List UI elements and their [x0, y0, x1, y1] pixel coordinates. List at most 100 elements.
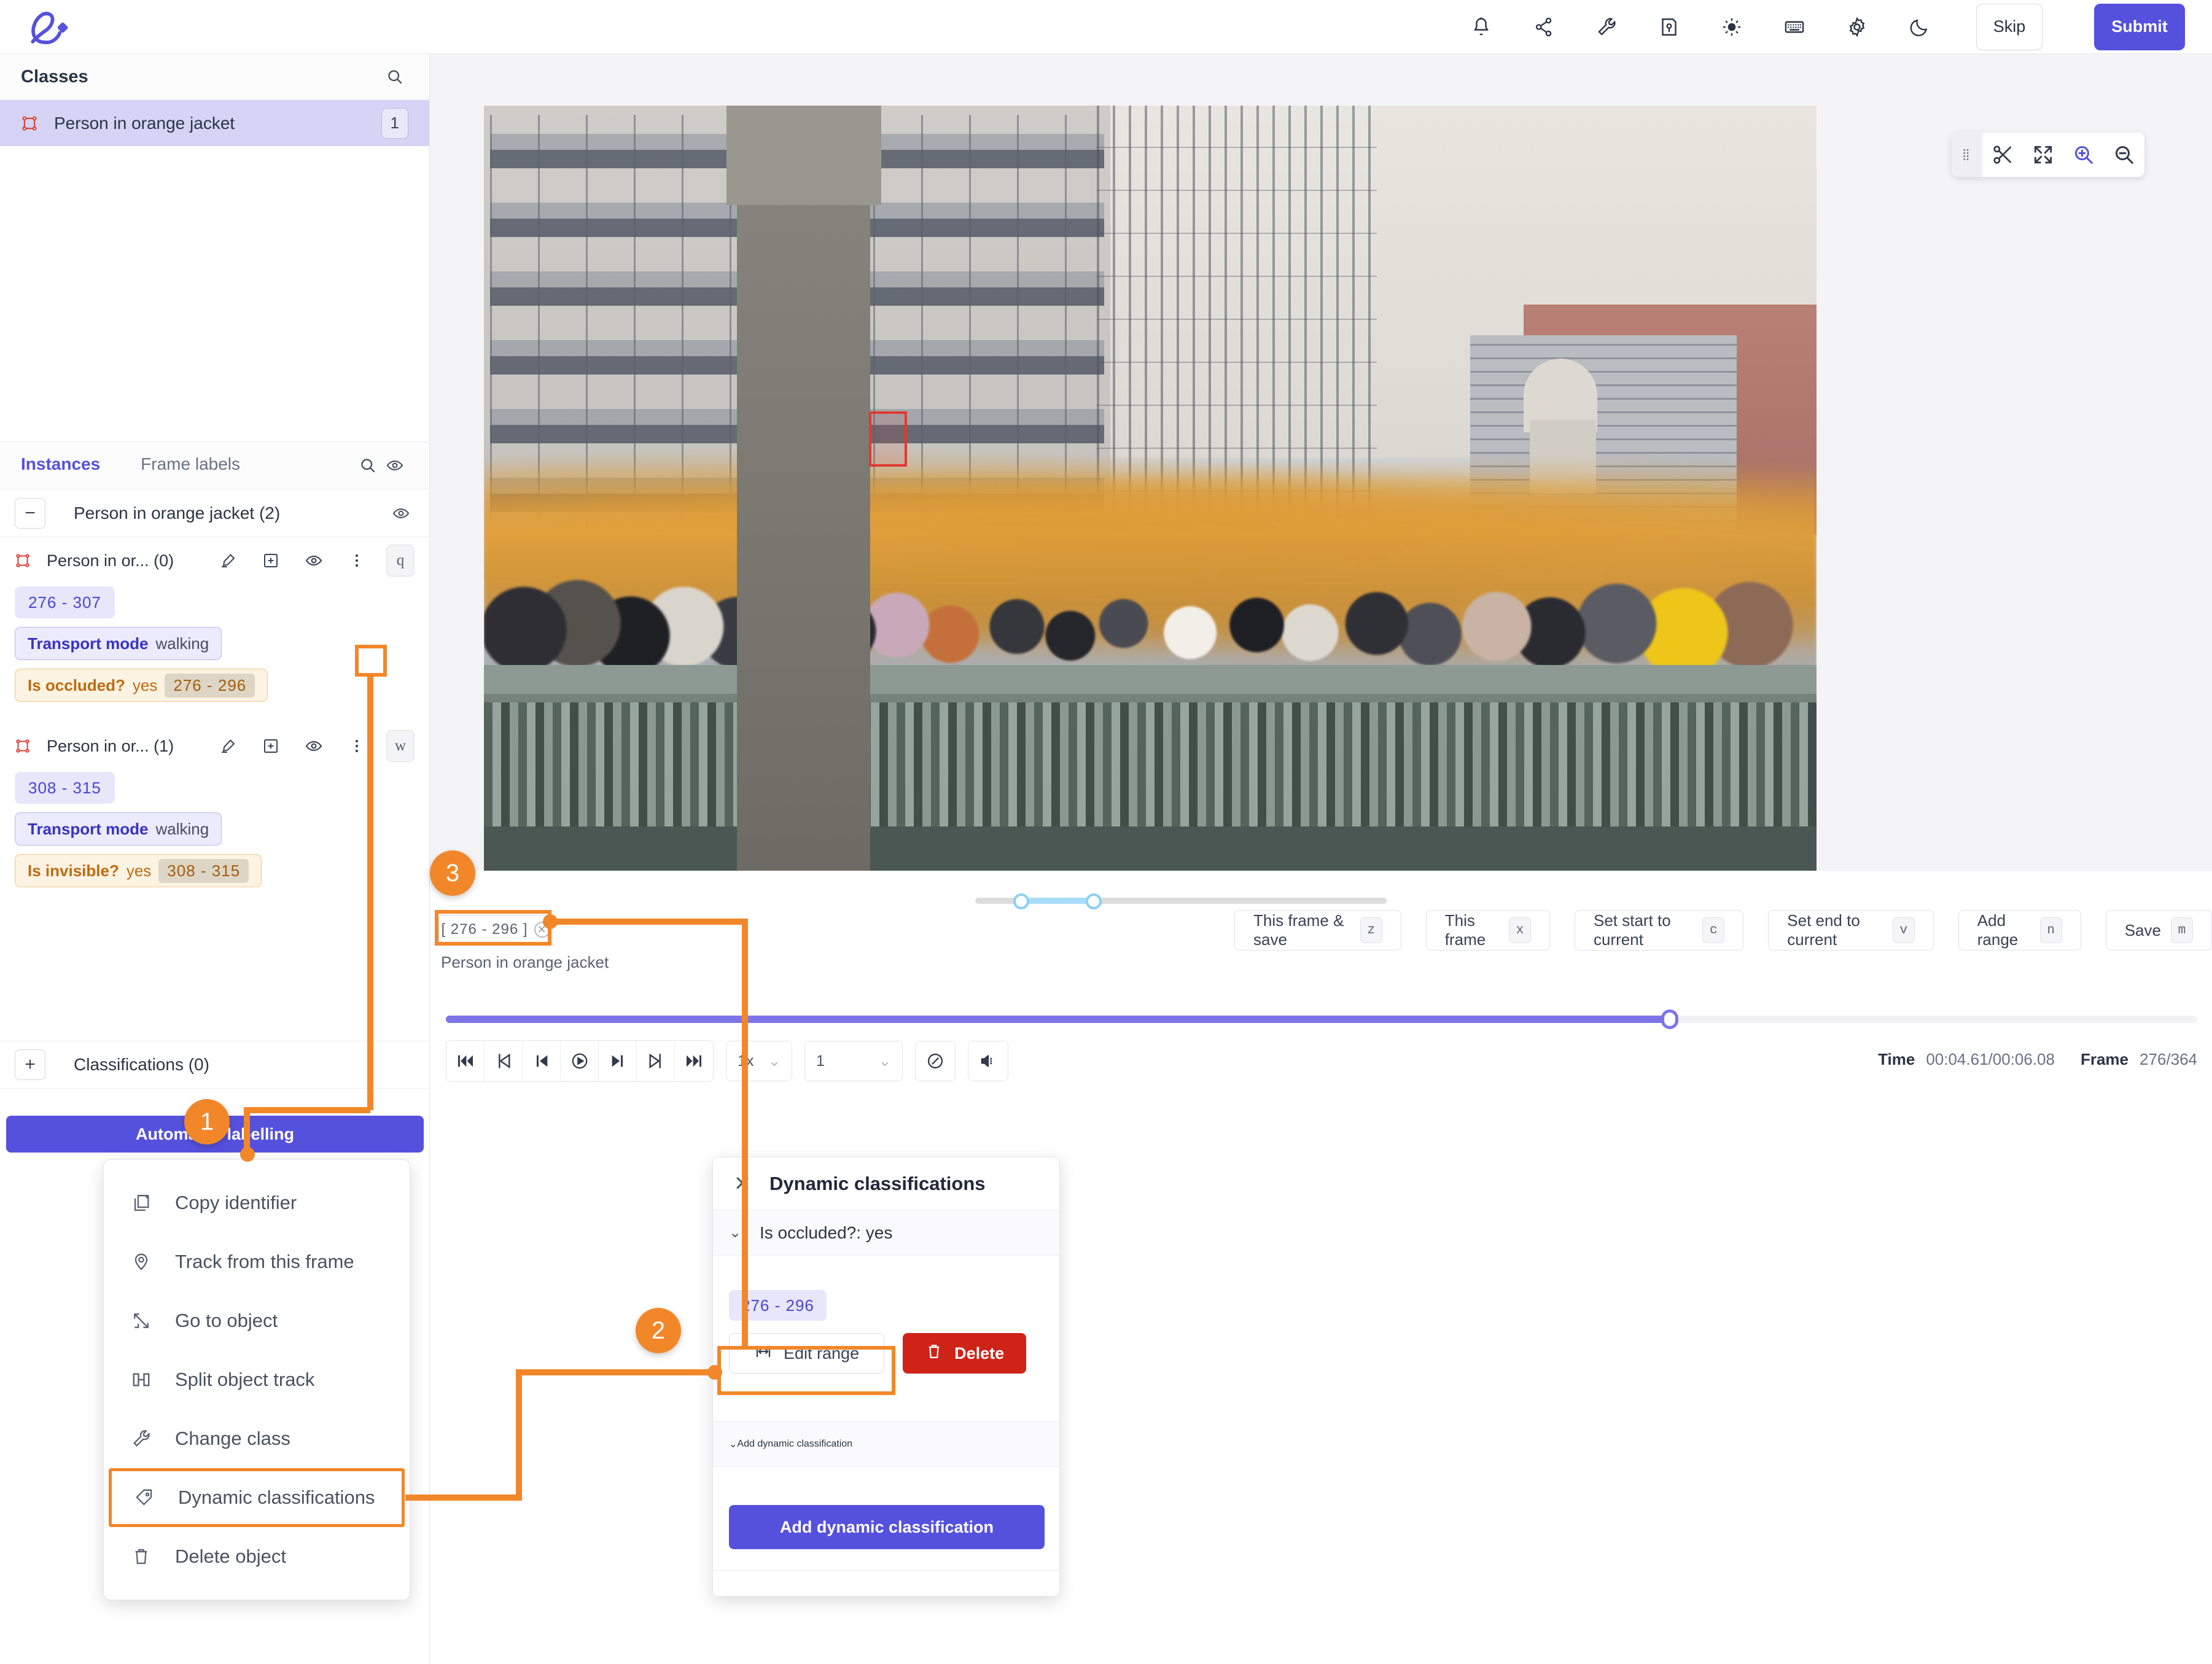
- instance-row[interactable]: Person in or... (0) q: [0, 537, 429, 584]
- previous-frame-icon[interactable]: [523, 1041, 561, 1081]
- menu-item-delete-object[interactable]: Delete object: [104, 1527, 410, 1586]
- add-classification-icon[interactable]: +: [15, 1049, 45, 1080]
- tab-instances[interactable]: Instances: [21, 454, 100, 476]
- progress-handle[interactable]: [1661, 1009, 1679, 1029]
- skip-to-end-icon[interactable]: [675, 1041, 713, 1081]
- timeline-panel: [ 276 - 296 ] ✕ Person in orange jacket …: [430, 871, 2212, 1116]
- add-dynamic-classification-section[interactable]: ⌄ Add dynamic classification: [713, 1421, 1059, 1467]
- menu-item-dynamic-classifications[interactable]: Dynamic classifications: [109, 1468, 405, 1527]
- instances-visibility-icon[interactable]: [381, 452, 408, 479]
- shortcut-key: m: [2170, 917, 2193, 943]
- gear-icon[interactable]: [1844, 14, 1871, 41]
- this-frame-and-save-button[interactable]: This frame & save z: [1234, 910, 1401, 951]
- scissors-icon[interactable]: [1982, 133, 2023, 177]
- next-keyframe-icon[interactable]: [637, 1041, 675, 1081]
- moon-icon[interactable]: [1906, 14, 1933, 41]
- skip-to-start-icon[interactable]: [446, 1041, 485, 1081]
- visibility-icon[interactable]: [300, 733, 327, 760]
- menu-item-track-from-this-frame[interactable]: Track from this frame: [104, 1232, 410, 1291]
- instance-name: Person in or... (1): [47, 736, 174, 755]
- instance-group-header[interactable]: − Person in orange jacket (2): [0, 489, 429, 537]
- dynamic-classification-section[interactable]: ⌄ Is occluded?: yes: [713, 1210, 1059, 1256]
- zoom-out-icon[interactable]: [2104, 133, 2144, 177]
- attribute-value: walking: [155, 819, 209, 838]
- split-track-icon: [131, 1369, 165, 1390]
- instance-attribute-transport-mode[interactable]: Transport mode walking: [15, 627, 222, 660]
- next-frame-icon[interactable]: [599, 1041, 637, 1081]
- save-file-icon[interactable]: [1656, 14, 1683, 41]
- add-range-button[interactable]: Add range n: [1958, 910, 2081, 951]
- classifications-header[interactable]: + Classifications (0): [0, 1041, 429, 1089]
- close-icon[interactable]: ✕: [729, 1170, 756, 1197]
- button-label: Set start to current: [1594, 911, 1671, 949]
- dynamic-classifications-panel: ✕ Dynamic classifications ⌄ Is occluded?…: [712, 1157, 1060, 1596]
- menu-item-split-object-track[interactable]: Split object track: [104, 1350, 410, 1409]
- app-logo[interactable]: [0, 0, 111, 54]
- menu-item-go-to-object[interactable]: Go to object: [104, 1291, 410, 1350]
- instance-more-options-icon[interactable]: [343, 547, 370, 574]
- add-dynamic-classification-button[interactable]: Add dynamic classification: [729, 1505, 1045, 1549]
- range-object-name: Person in orange jacket: [441, 953, 609, 971]
- instance-name: Person in or... (0): [47, 551, 174, 570]
- wrench-icon[interactable]: [1593, 14, 1620, 41]
- panel-header: ✕ Dynamic classifications: [713, 1157, 1059, 1210]
- add-section-label: Add dynamic classification: [737, 1439, 853, 1449]
- menu-item-copy-identifier[interactable]: Copy identifier: [104, 1173, 410, 1232]
- play-icon[interactable]: [561, 1041, 599, 1081]
- share-icon[interactable]: [1530, 14, 1557, 41]
- instance-actions: q: [214, 545, 415, 577]
- instances-search-icon[interactable]: [354, 452, 381, 479]
- playback-speed-select[interactable]: 1x ⌄: [726, 1041, 792, 1081]
- instance-item-0: Person in or... (0) q 276 - 307 Transpor…: [0, 537, 429, 712]
- trash-icon: [131, 1546, 165, 1567]
- video-frame[interactable]: [484, 106, 1817, 872]
- instance-attribute-is-invisible[interactable]: Is invisible? yes 308 - 315: [15, 854, 262, 887]
- tab-frame-labels[interactable]: Frame labels: [141, 454, 240, 476]
- zoom-in-icon[interactable]: [2063, 133, 2104, 177]
- frame-step-select[interactable]: 1 ⌄: [804, 1041, 903, 1081]
- set-end-to-current-button[interactable]: Set end to current v: [1768, 910, 1934, 951]
- remove-range-icon[interactable]: ✕: [534, 922, 550, 938]
- button-label: This frame & save: [1253, 911, 1344, 949]
- instance-attribute-is-occluded[interactable]: Is occluded? yes 276 - 296: [15, 669, 268, 702]
- instance-row[interactable]: Person in or... (1) w: [0, 723, 429, 769]
- instance-attribute-transport-mode[interactable]: Transport mode walking: [15, 812, 222, 846]
- group-visibility-icon[interactable]: [387, 500, 415, 527]
- save-range-button[interactable]: Save m: [2105, 910, 2212, 951]
- visibility-icon[interactable]: [300, 547, 327, 574]
- bbox-shape-icon: [21, 115, 45, 132]
- compass-icon[interactable]: [915, 1041, 956, 1081]
- volume-icon[interactable]: [968, 1041, 1008, 1081]
- annotation-bounding-box[interactable]: [869, 411, 907, 467]
- collapse-group-icon[interactable]: −: [15, 497, 45, 529]
- skip-button[interactable]: Skip: [1976, 3, 2043, 50]
- bell-icon[interactable]: [1468, 14, 1495, 41]
- submit-button[interactable]: Submit: [2094, 3, 2185, 50]
- edit-range-button[interactable]: Edit range: [729, 1333, 885, 1374]
- fit-screen-icon[interactable]: [2023, 133, 2063, 177]
- instance-more-options-icon[interactable]: [343, 733, 370, 760]
- delete-classification-button[interactable]: Delete: [903, 1333, 1027, 1374]
- set-start-to-current-button[interactable]: Set start to current c: [1575, 910, 1744, 951]
- brightness-icon[interactable]: [1718, 14, 1745, 41]
- add-frame-icon[interactable]: [257, 733, 284, 760]
- add-frame-icon[interactable]: [257, 547, 284, 574]
- range-start-handle[interactable]: [1013, 893, 1029, 909]
- highlighter-icon[interactable]: [214, 547, 241, 574]
- previous-keyframe-icon[interactable]: [485, 1041, 523, 1081]
- instance-shortcut-key: q: [386, 545, 415, 577]
- edit-range-icon: [754, 1342, 773, 1365]
- this-frame-button[interactable]: This frame x: [1425, 910, 1550, 951]
- range-end-handle[interactable]: [1086, 893, 1102, 909]
- frame-range-slider[interactable]: [975, 893, 1387, 909]
- search-icon[interactable]: [381, 63, 408, 90]
- frame-range-tag[interactable]: [ 276 - 296 ] ✕: [438, 915, 553, 944]
- menu-item-change-class[interactable]: Change class: [104, 1409, 410, 1468]
- frame-range-text: [ 276 - 296 ]: [441, 921, 528, 938]
- video-progress-slider[interactable]: [446, 1009, 2197, 1029]
- automated-labelling-button[interactable]: Automated labelling: [6, 1116, 424, 1153]
- drag-handle-icon[interactable]: [1952, 133, 1982, 177]
- highlighter-icon[interactable]: [214, 733, 241, 760]
- class-list-item-person-in-orange-jacket[interactable]: Person in orange jacket 1: [0, 100, 429, 146]
- keyboard-icon[interactable]: [1781, 14, 1808, 41]
